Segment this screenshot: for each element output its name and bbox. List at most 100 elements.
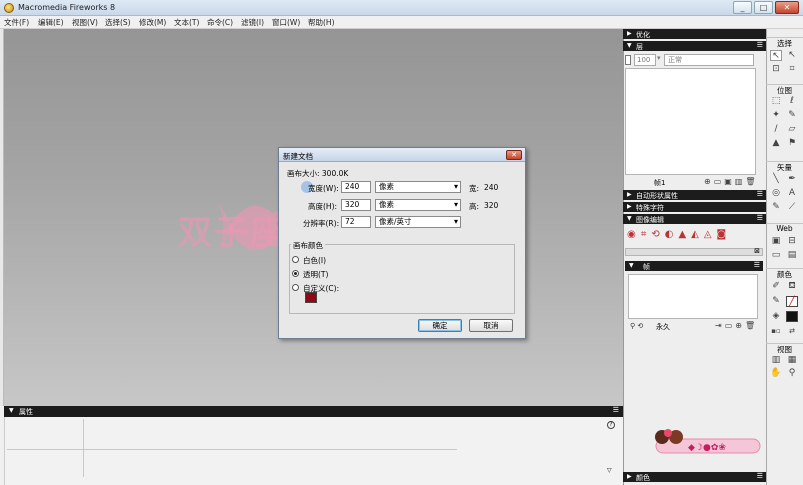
rubber-stamp-tool-icon[interactable]: ⚑ [786,138,798,149]
swap-colors-icon[interactable]: ⇄ [786,326,798,337]
hand-tool-icon[interactable]: ✋ [770,368,782,379]
slice-tool-icon[interactable]: ⊟ [786,236,798,247]
layers-panel-title: 层 [636,43,643,51]
image-edit-panel-header[interactable]: ▼ 图像编辑 ☰ [623,214,766,224]
default-colors-icon[interactable]: ▪▫ [770,326,782,337]
lasso-tool-icon[interactable]: ℓ [786,96,798,107]
frame-action-icons[interactable]: ⇥▭⊕🗑 [715,321,758,330]
expand-icon[interactable]: ▽ [607,467,615,475]
menu-text[interactable]: 文本(T) [174,17,199,28]
layer-action-icons[interactable]: ⊕▭▣▥🗑 [704,177,759,186]
collapse-triangle-icon: ▼ [627,215,632,222]
standard-screen-icon[interactable]: ▥ [770,355,782,366]
radio-custom[interactable] [292,284,299,291]
frame-loop-label[interactable]: 永久 [656,322,670,332]
fill-color-icon[interactable]: ◈ [770,311,782,322]
layer-lock-icon[interactable] [625,55,631,65]
height-readout-label: 高: [469,202,480,211]
radio-white[interactable] [292,256,299,263]
zoom-tool-icon[interactable]: ⚲ [786,368,798,379]
line-tool-icon[interactable]: ╲ [770,174,782,185]
stroke-color-icon[interactable]: ✎ [770,296,782,307]
subselect-tool-icon[interactable]: ↖ [786,50,798,61]
menu-select[interactable]: 选择(S) [105,17,131,28]
blend-mode-select[interactable]: 正常 [664,54,754,66]
properties-panel-header[interactable]: ▼ 属性 ☰ [4,406,623,417]
eyedropper-tool-icon[interactable]: ✐ [770,281,782,292]
minimize-button[interactable]: _ [733,1,752,14]
stroke-swatch[interactable]: ╱ [786,296,798,307]
custom-color-swatch[interactable] [305,292,317,303]
freeform-tool-icon[interactable]: ✎ [770,202,782,213]
frames-panel-header[interactable]: ▼ 帧 ☰ [625,261,763,271]
divider [7,449,457,450]
menu-modify[interactable]: 修改(M) [139,17,166,28]
image-edit-panel-title: 图像编辑 [636,216,664,224]
onion-skin-icon[interactable]: ⚲ ⟲ [630,322,643,330]
magic-wand-tool-icon[interactable]: ✦ [770,110,782,121]
panel-options-icon[interactable]: ☰ [757,214,763,222]
help-icon[interactable]: ? [607,421,615,429]
menu-view[interactable]: 视图(V) [72,17,98,28]
layer-opacity-input[interactable]: 100 [634,54,656,66]
width-input[interactable]: 240 [341,181,371,193]
frames-panel-title: 帧 [643,263,650,271]
panel-options-icon[interactable]: ☰ [757,472,763,480]
rectangle-tool-icon[interactable]: ◎ [770,188,782,199]
panel-options-icon[interactable]: ☰ [757,41,763,49]
tools-web-label: Web [766,223,803,233]
marquee-tool-icon[interactable]: ⬚ [770,96,782,107]
menu-help[interactable]: 帮助(H) [308,17,335,28]
text-tool-icon[interactable]: A [786,188,798,199]
image-edit-tools-icons[interactable]: ◉⌗⟲◐▲◭◬◙ [627,229,731,240]
fill-swatch[interactable] [786,311,798,322]
menu-file[interactable]: 文件(F) [4,17,29,28]
panel-options-icon[interactable]: ☰ [757,190,763,198]
tools-select-label: 选择 [766,37,803,49]
special-chars-panel-title: 特殊字符 [636,204,664,212]
colors-panel-header[interactable]: ▶ 颜色 ☰ [623,472,766,482]
special-chars-panel-header[interactable]: ▶ 特殊字符 [623,202,766,212]
radio-transparent[interactable] [292,270,299,277]
menu-filters[interactable]: 滤镜(I) [241,17,264,28]
pencil-tool-icon[interactable]: / [770,124,782,135]
paint-bucket-tool-icon[interactable]: ⛾ [786,281,798,292]
scale-tool-icon[interactable]: ⊡ [770,64,782,75]
knife-tool-icon[interactable]: ⟋ [786,202,798,213]
maximize-button[interactable]: □ [754,1,773,14]
menu-commands[interactable]: 命令(C) [207,17,233,28]
height-label: 高度(H): [308,202,338,211]
layers-panel-header[interactable]: ▼ 层 ☰ [623,41,766,51]
panel-options-icon[interactable]: ☰ [613,406,619,414]
frames-list[interactable] [628,274,758,319]
height-unit-select[interactable]: 像素 [375,199,461,211]
close-button[interactable]: ✕ [775,1,799,14]
resolution-label: 分辨率(R): [303,219,340,228]
tools-view-label: 视图 [766,343,803,355]
collapse-triangle-icon: ▼ [9,407,14,414]
resolution-input[interactable]: 72 [341,216,371,228]
menu-window[interactable]: 窗口(W) [272,17,300,28]
crop-tool-icon[interactable]: ⌗ [786,64,798,75]
cancel-button[interactable]: 取消 [469,319,513,332]
pointer-tool-icon[interactable]: ↖ [770,50,782,61]
show-slices-icon[interactable]: ▤ [786,250,798,261]
layers-list[interactable] [625,68,756,175]
panel-options-icon[interactable]: ☰ [754,261,760,269]
pen-tool-icon[interactable]: ✒ [786,174,798,185]
hide-slices-icon[interactable]: ▭ [770,250,782,261]
height-input[interactable]: 320 [341,199,371,211]
hotspot-tool-icon[interactable]: ▣ [770,236,782,247]
blur-tool-icon[interactable]: ▲ [770,138,782,149]
close-icon[interactable]: ⊠ [754,247,760,255]
autoshape-panel-header[interactable]: ▶ 自动形状属性 ☰ [623,190,766,200]
width-unit-select[interactable]: 像素 [375,181,461,193]
menu-edit[interactable]: 编辑(E) [38,17,64,28]
brush-tool-icon[interactable]: ✎ [786,110,798,121]
resolution-unit-select[interactable]: 像素/英寸 [375,216,461,228]
full-screen-menu-icon[interactable]: ▦ [786,355,798,366]
optimize-panel-header[interactable]: ▶ 优化 [623,29,766,39]
ok-button[interactable]: 确定 [418,319,462,332]
dialog-close-button[interactable]: ✕ [506,150,522,160]
eraser-tool-icon[interactable]: ▱ [786,124,798,135]
